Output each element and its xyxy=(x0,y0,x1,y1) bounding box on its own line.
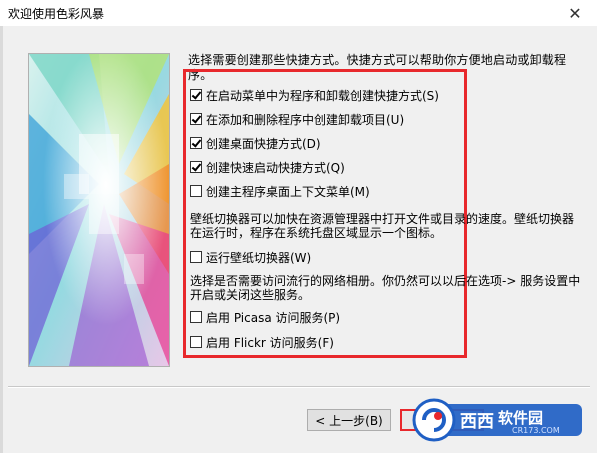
checkbox[interactable] xyxy=(190,311,202,323)
checkbox[interactable] xyxy=(190,137,202,149)
watermark-text: 软件园 xyxy=(498,409,544,427)
album-description: 选择是否需要访问流行的网络相册。你仍然可以以后在选项-> 服务设置中开启或关闭这… xyxy=(190,274,581,302)
option-flickr[interactable]: 启用 Flickr 访问服务(F) xyxy=(190,333,334,351)
option-label: 在添加和删除程序中创建卸载项目(U) xyxy=(206,112,405,127)
watermark-brand: 西西 xyxy=(460,412,494,432)
option-quick-launch[interactable]: 创建快速启动快捷方式(Q) xyxy=(190,158,345,176)
option-label: 启用 Picasa 访问服务(P) xyxy=(206,310,341,325)
close-icon[interactable]: ✕ xyxy=(553,0,597,26)
option-context-menu[interactable]: 创建主程序桌面上下文菜单(M) xyxy=(190,182,370,200)
option-label: 在启动菜单中为程序和卸载创建快捷方式(S) xyxy=(206,88,439,103)
title-bar[interactable]: 欢迎使用色彩风暴 ✕ xyxy=(0,0,597,26)
option-label: 运行壁纸切换器(W) xyxy=(206,250,312,265)
watermark-url: CR173.COM xyxy=(512,426,560,435)
checkbox[interactable] xyxy=(190,161,202,173)
window-title: 欢迎使用色彩风暴 xyxy=(8,7,105,21)
checkbox[interactable] xyxy=(190,251,202,263)
back-button[interactable]: < 上一步(B) xyxy=(307,409,391,431)
checkbox[interactable] xyxy=(190,113,202,125)
option-picasa[interactable]: 启用 Picasa 访问服务(P) xyxy=(190,308,340,326)
option-start-menu[interactable]: 在启动菜单中为程序和卸载创建快捷方式(S) xyxy=(190,86,439,104)
option-wallpaper-switcher[interactable]: 运行壁纸切换器(W) xyxy=(190,248,311,266)
watermark-logo: 西西 软件园 CR173.COM xyxy=(410,396,586,442)
checkbox[interactable] xyxy=(190,185,202,197)
option-label: 创建主程序桌面上下文菜单(M) xyxy=(206,184,370,199)
option-label: 启用 Flickr 访问服务(F) xyxy=(206,335,334,350)
banner-image xyxy=(28,53,170,367)
option-label: 创建快速启动快捷方式(Q) xyxy=(206,160,345,175)
wallpaper-description: 壁纸切换器可以加快在资源管理器中打开文件或目录的速度。壁纸切换器在运行时，程序在… xyxy=(190,212,575,240)
checkbox[interactable] xyxy=(190,336,202,348)
checkbox[interactable] xyxy=(190,89,202,101)
separator xyxy=(8,386,590,388)
option-add-remove[interactable]: 在添加和删除程序中创建卸载项目(U) xyxy=(190,110,404,128)
option-label: 创建桌面快捷方式(D) xyxy=(206,136,321,151)
window-edge xyxy=(0,26,3,453)
installer-window: 欢迎使用色彩风暴 ✕ 选择需要创建那些快捷方式。快捷方式可以帮助你方便地启动或卸… xyxy=(0,0,597,453)
option-desktop[interactable]: 创建桌面快捷方式(D) xyxy=(190,134,321,152)
